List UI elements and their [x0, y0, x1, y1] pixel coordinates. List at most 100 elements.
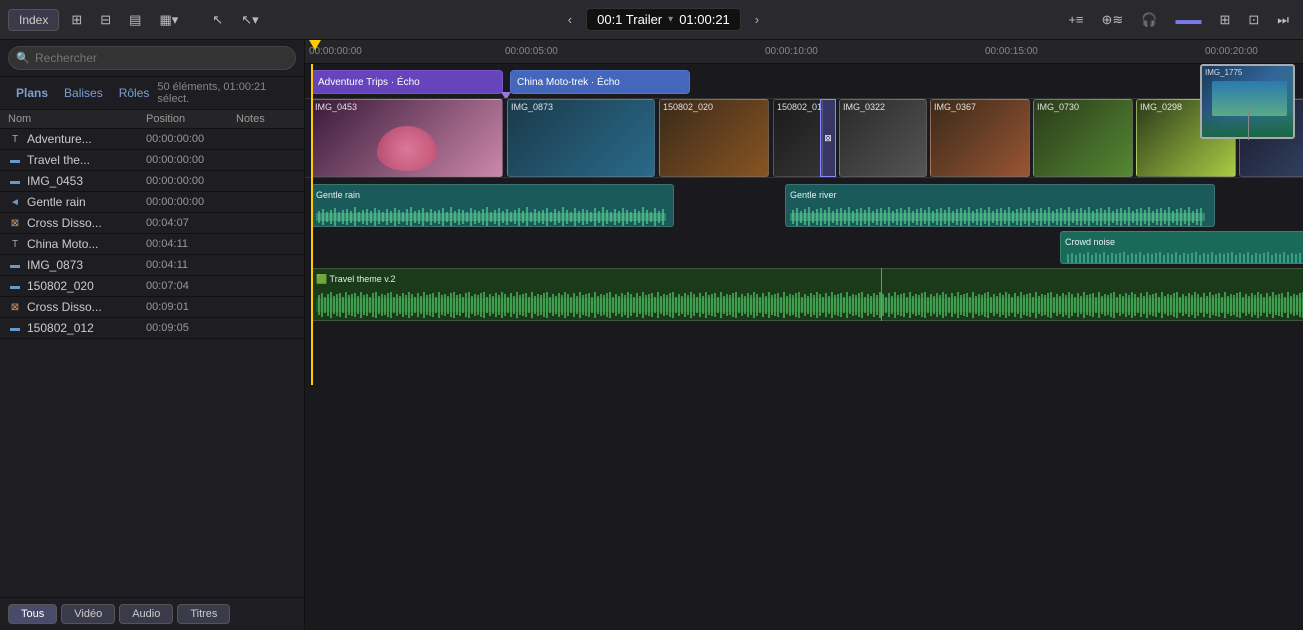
row-position: 00:04:07: [146, 217, 236, 229]
waveform-svg-2: [790, 205, 1205, 227]
list-item[interactable]: ▬ Travel the... 00:00:00:00: [0, 150, 304, 171]
zoom-waveform-button[interactable]: ⊕≋: [1096, 9, 1130, 31]
list-item[interactable]: ▬ 150802_012 00:09:05: [0, 318, 304, 339]
row-name-text: 150802_012: [27, 321, 94, 335]
external-button[interactable]: ⊡: [1242, 9, 1265, 31]
search-bar: 🔍: [0, 40, 304, 77]
row-icon-title: T: [8, 239, 22, 250]
audio-clip-gentle-rain[interactable]: Gentle rain // Generate waveform bars in…: [311, 184, 674, 227]
search-input[interactable]: [8, 46, 296, 70]
row-position: 00:00:00:00: [146, 154, 236, 166]
audio-clip-crowd-noise[interactable]: Crowd noise: [1060, 231, 1303, 264]
row-name-text: China Moto...: [27, 237, 98, 251]
timecode-display[interactable]: 00:1 Trailer ▾ 01:00:21: [586, 8, 741, 31]
timeline-ruler[interactable]: 00:00:00:00 00:00:05:00 00:00:10:00 00:0…: [305, 40, 1303, 64]
row-icon-video: ▬: [8, 176, 22, 187]
tracks-container[interactable]: Adventure Trips · Écho China Moto-trek ·…: [305, 64, 1303, 630]
audio-lanes-button[interactable]: ▬▬: [1169, 9, 1207, 30]
col-position: Position: [146, 113, 236, 125]
timecode-value: 01:00:21: [679, 12, 730, 27]
audio-clip-gentle-river[interactable]: Gentle river: [785, 184, 1215, 227]
video-clip-img0367[interactable]: IMG_0367: [930, 99, 1030, 177]
list-item[interactable]: ◄ Gentle rain 00:00:00:00: [0, 192, 304, 213]
timeline-area: 00:00:00:00 00:00:05:00 00:00:10:00 00:0…: [305, 40, 1303, 630]
waveform-svg: // Generate waveform bars inline: [316, 205, 666, 227]
col-notes: Notes: [236, 113, 296, 125]
row-name-text: Cross Disso...: [27, 216, 102, 230]
video-clip-150802012[interactable]: 150802_012: [773, 99, 823, 177]
filter-tous[interactable]: Tous: [8, 604, 57, 624]
tab-plans[interactable]: Plans: [8, 84, 56, 102]
row-icon-audio: ◄: [8, 197, 22, 208]
video-track-row: IMG_0453 IMG_0873 150802_020 150802_012: [305, 98, 1303, 178]
music-section-divider: [881, 268, 882, 321]
filter-row: Tous Vidéo Audio Titres: [0, 597, 304, 630]
waveform-gentle-river: [786, 203, 1214, 227]
filter-video[interactable]: Vidéo: [61, 604, 115, 624]
row-position: 00:00:00:00: [146, 175, 236, 187]
cursor-tool-2[interactable]: ↖▾: [235, 9, 264, 31]
ruler-label-3: 00:00:15:00: [985, 46, 1038, 57]
nav-next-button[interactable]: ›: [749, 9, 765, 30]
preview-connector: [1248, 110, 1249, 140]
music-clip-travel-theme[interactable]: 🟩 Travel theme v.2 /* bars generated bel…: [311, 268, 1303, 321]
list-item[interactable]: T China Moto... 00:04:11: [0, 234, 304, 255]
nav-prev-button[interactable]: ‹: [562, 9, 578, 30]
tab-balises[interactable]: Balises: [56, 84, 111, 102]
toolbar-right: +≡ ⊕≋ 🎧 ▬▬ ⊞ ⊡ ⏭: [1062, 9, 1295, 31]
tab-roles[interactable]: Rôles: [111, 84, 158, 102]
video-clip-img0322[interactable]: IMG_0322: [839, 99, 927, 177]
row-position: 00:07:04: [146, 280, 236, 292]
add-track-button[interactable]: +≡: [1062, 9, 1089, 30]
search-icon: 🔍: [16, 52, 30, 65]
layout-btn-4[interactable]: ▦▾: [153, 9, 184, 31]
waveform-button[interactable]: 🎧: [1135, 9, 1163, 31]
playhead-marker-top: [309, 40, 321, 50]
layout-btn-1[interactable]: ⊞: [65, 9, 88, 31]
filter-titres[interactable]: Titres: [177, 604, 230, 624]
cursor-tool[interactable]: ↖: [206, 9, 229, 31]
layout-btn-2[interactable]: ⊟: [94, 9, 117, 31]
video-clip-img0453[interactable]: IMG_0453: [311, 99, 503, 177]
project-chevron: ▾: [668, 14, 673, 25]
row-position: 00:00:00:00: [146, 196, 236, 208]
index-button[interactable]: Index: [8, 9, 59, 31]
video-clip-img0873[interactable]: IMG_0873: [507, 99, 655, 177]
list-item[interactable]: ⊠ Cross Disso... 00:04:07: [0, 213, 304, 234]
row-icon-transition: ⊠: [8, 218, 22, 229]
list-item[interactable]: T Adventure... 00:00:00:00: [0, 129, 304, 150]
echo-clip-china[interactable]: China Moto-trek · Écho: [510, 70, 690, 94]
transition-marker[interactable]: ⊠: [820, 99, 836, 177]
video-clip-img0730[interactable]: IMG_0730: [1033, 99, 1133, 177]
row-icon-video: ▬: [8, 281, 22, 292]
tabs-row: Plans Balises Rôles 50 éléments, 01:00:2…: [0, 77, 304, 110]
ruler-label-4: 00:00:20:00: [1205, 46, 1258, 57]
preview-container: IMG_1775: [1200, 64, 1295, 139]
timeline-empty-space[interactable]: [305, 325, 1303, 385]
row-icon-video: ▬: [8, 323, 22, 334]
echo-clip-adventure[interactable]: Adventure Trips · Écho: [311, 70, 503, 94]
waveform-music: /* bars generated below */: [312, 287, 1303, 321]
search-wrapper: 🔍: [8, 46, 296, 70]
list-item[interactable]: ▬ 150802_020 00:07:04: [0, 276, 304, 297]
list-item[interactable]: ▬ IMG_0453 00:00:00:00: [0, 171, 304, 192]
music-track-row: 🟩 Travel theme v.2 /* bars generated bel…: [305, 268, 1303, 323]
project-name: 00:1 Trailer: [597, 12, 662, 27]
waveform-svg-music: /* bars generated below */: [316, 290, 1303, 320]
video-clip-150802020[interactable]: 150802_020: [659, 99, 769, 177]
layout-btn-3[interactable]: ▤: [123, 9, 147, 31]
preview-label: IMG_1775: [1205, 68, 1242, 77]
row-position: 00:04:11: [146, 238, 236, 250]
list-item[interactable]: ▬ IMG_0873 00:04:11: [0, 255, 304, 276]
list-header: Nom Position Notes: [0, 110, 304, 129]
audio-track-row-2: Crowd noise: [305, 231, 1303, 266]
waveform-svg-3: [1065, 251, 1303, 264]
skip-button[interactable]: ⏭: [1271, 9, 1295, 31]
audio-track-row-1: Gentle rain // Generate waveform bars in…: [305, 184, 1303, 229]
row-name-text: Adventure...: [27, 132, 92, 146]
row-position: 00:09:01: [146, 301, 236, 313]
row-name-text: Travel the...: [27, 153, 90, 167]
list-item[interactable]: ⊠ Cross Disso... 00:09:01: [0, 297, 304, 318]
grid-button[interactable]: ⊞: [1213, 9, 1236, 31]
filter-audio[interactable]: Audio: [119, 604, 173, 624]
